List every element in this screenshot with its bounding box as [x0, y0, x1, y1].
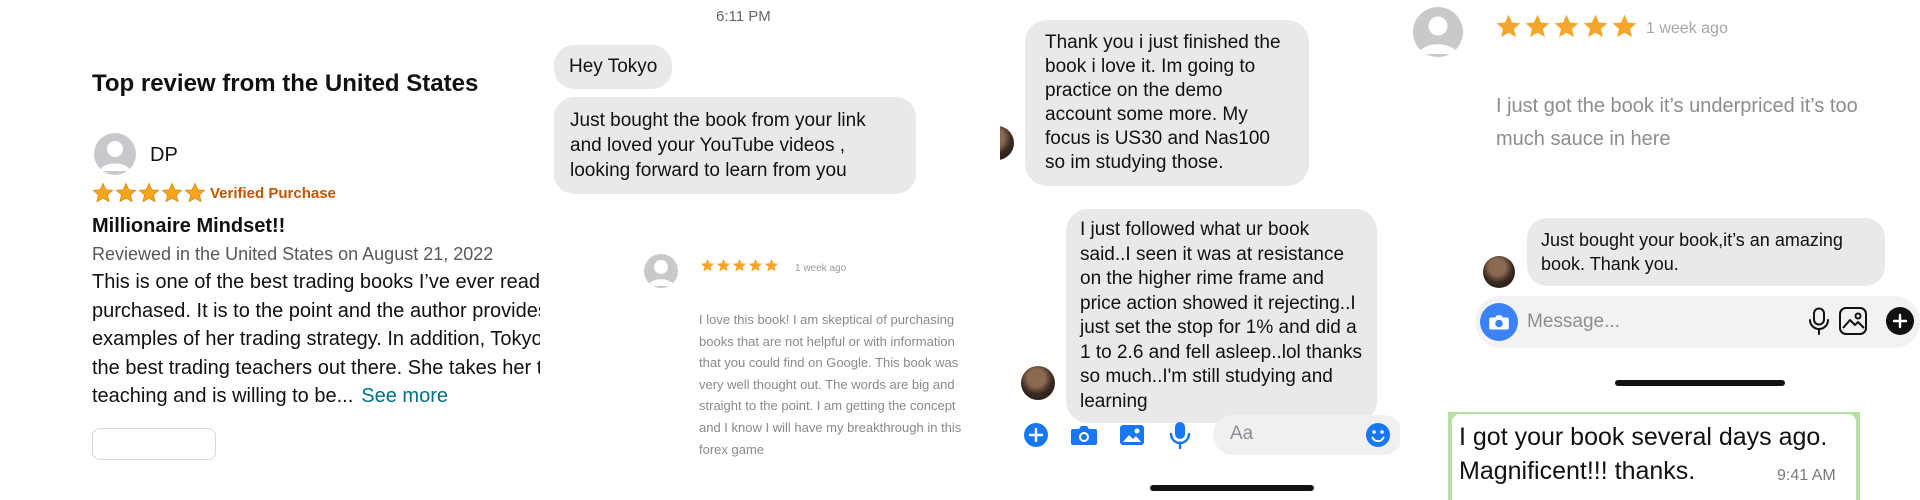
see-more-link[interactable]: See more: [361, 385, 448, 407]
star-icon: [1554, 14, 1579, 38]
home-indicator: [1615, 380, 1785, 386]
reviewer-name: DP: [150, 144, 178, 166]
received-message-bubble[interactable]: Just bought your book,it’s an amazing bo…: [1527, 218, 1885, 286]
message-timestamp: 9:41 AM: [1777, 467, 1836, 484]
add-icon[interactable]: [1886, 307, 1914, 335]
star-icon: [1583, 14, 1608, 38]
reviewer-avatar: [94, 133, 136, 175]
star-rating: [92, 182, 206, 204]
star-icon: [1496, 14, 1521, 38]
received-message-bubble[interactable]: Thank you i just finished the book i lov…: [1025, 20, 1309, 186]
message-timestamp: 6:11 PM: [716, 8, 771, 25]
star-rating: [700, 258, 779, 273]
verified-purchase-badge: Verified Purchase: [210, 185, 336, 202]
star-icon: [764, 258, 779, 272]
review-age: 1 week ago: [795, 263, 847, 274]
sender-avatar: [1021, 366, 1055, 400]
star-icon: [700, 258, 715, 272]
star-icon: [161, 182, 183, 203]
review-meta: Reviewed in the United States on August …: [92, 244, 494, 264]
camera-icon[interactable]: [1480, 303, 1518, 341]
star-icon: [92, 182, 114, 203]
messenger-panel: Thank you i just finished the book i lov…: [1000, 0, 1400, 500]
star-icon: [748, 258, 763, 272]
star-icon: [716, 258, 731, 272]
helpful-button[interactable]: [92, 428, 216, 460]
received-message-bubble[interactable]: Just bought the book from your link and …: [554, 97, 916, 194]
sender-avatar: [1483, 256, 1515, 288]
plus-circle-icon[interactable]: [1021, 420, 1051, 450]
message-input-placeholder: Aa: [1230, 423, 1254, 444]
microphone-icon[interactable]: [1808, 306, 1830, 341]
photo-icon[interactable]: [1117, 420, 1147, 450]
review-body: I just got the book it’s underpriced it’…: [1496, 95, 1858, 150]
star-icon: [138, 182, 160, 203]
composer-toolbar: [1021, 420, 1195, 450]
user-silhouette-icon: [100, 141, 130, 171]
star-icon: [184, 182, 206, 203]
review-headline[interactable]: Millionaire Mindset!!: [92, 215, 285, 238]
camera-icon[interactable]: [1069, 420, 1099, 450]
chat-one-panel: 6:11 PM Hey Tokyo Just bought the book f…: [540, 0, 980, 500]
sender-avatar: [1000, 126, 1014, 160]
reviewer-avatar: [644, 254, 678, 288]
home-indicator: [1150, 485, 1314, 491]
star-icon: [732, 258, 747, 272]
section-title: Top review from the United States: [92, 70, 479, 97]
review-body: I love this book! I am skeptical of purc…: [699, 312, 962, 457]
microphone-icon[interactable]: [1165, 420, 1195, 450]
message-input-placeholder: Message...: [1527, 311, 1620, 332]
user-silhouette-icon: [1419, 16, 1457, 54]
star-icon: [1525, 14, 1550, 38]
misc-panel: 1 week ago I just got the book it’s unde…: [1400, 0, 1920, 500]
received-message-bubble[interactable]: Hey Tokyo: [554, 45, 673, 89]
received-message-bubble[interactable]: I just followed what ur book said..I see…: [1066, 209, 1377, 423]
review-age: 1 week ago: [1646, 20, 1728, 37]
star-icon: [115, 182, 137, 203]
gallery-icon[interactable]: [1838, 306, 1868, 341]
star-icon: [1612, 14, 1637, 38]
reviewer-avatar: [1413, 7, 1463, 57]
star-rating: [1495, 13, 1638, 40]
user-silhouette-icon: [648, 260, 674, 286]
emoji-icon[interactable]: [1365, 422, 1391, 453]
